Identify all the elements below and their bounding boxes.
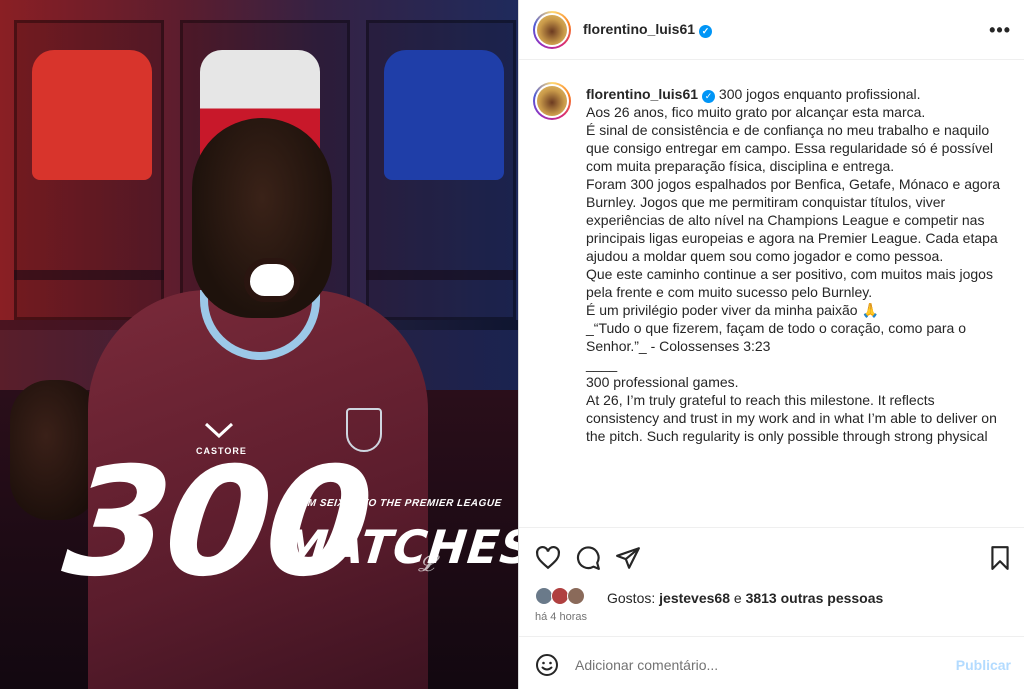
likes-prefix: Gostos: (607, 590, 656, 606)
benfica-shirt (32, 50, 152, 180)
caption-first-line: florentino_luis61 ✓ 300 jogos enquanto pr… (586, 85, 1006, 103)
caption-line: Aos 26 anos, fico muito grato por alcanç… (586, 104, 926, 120)
comment-icon[interactable] (575, 545, 601, 571)
liker-username[interactable]: jesteves68 (659, 590, 730, 606)
signature-icon: 𝓛 (418, 552, 434, 577)
caption-username[interactable]: florentino_luis61 (586, 86, 698, 102)
post-image[interactable]: CASTORE 300 FROM SEIXAL TO THE PREMIER L… (0, 0, 518, 689)
caption: florentino_luis61 ✓ 300 jogos enquanto pr… (586, 85, 1006, 445)
shelf (366, 270, 516, 280)
more-horizontal-icon[interactable]: ••• (989, 20, 1011, 41)
verified-badge-icon: ✓ (702, 90, 716, 103)
likes-joiner: e (733, 590, 742, 606)
caption-line: 300 professional games. (586, 374, 739, 390)
heart-icon[interactable] (535, 545, 561, 571)
post-time[interactable]: há 4 horas (535, 611, 587, 623)
emoji-icon[interactable] (535, 653, 559, 677)
caption-avatar[interactable] (533, 82, 571, 120)
post-side-panel: florentino_luis61 ✓ ••• florentino_luis61… (518, 0, 1024, 689)
liker-avatar (566, 587, 585, 606)
caption-scroll-area[interactable]: florentino_luis61 ✓ 300 jogos enquanto pr… (519, 60, 1024, 528)
image-matches-title: MATCHES (279, 520, 518, 574)
caption-line: Foram 300 jogos espalhados por Benfica, … (586, 176, 1004, 264)
likes-others[interactable]: 3813 outras pessoas (746, 590, 884, 606)
caption-line: Que este caminho continue a ser positivo… (586, 266, 997, 300)
image-subline: FROM SEIXAL TO THE PREMIER LEAGUE (284, 498, 503, 509)
comment-input[interactable] (575, 651, 935, 679)
caption-line: ____ (586, 356, 618, 372)
username-text[interactable]: florentino_luis61 (583, 21, 695, 37)
likes-row: Gostos: jesteves68 e 3813 outras pessoas (535, 587, 883, 609)
shelf (14, 270, 164, 280)
caption-line: É um privilégio poder viver da minha pai… (586, 302, 879, 318)
verified-badge-icon: ✓ (699, 25, 713, 38)
post-header: florentino_luis61 ✓ ••• (519, 0, 1024, 60)
likes-text: Gostos: jesteves68 e 3813 outras pessoas (607, 590, 883, 606)
caption-line: 300 jogos enquanto profissional. (718, 86, 921, 102)
getafe-shirt (384, 50, 504, 180)
post-actions (519, 538, 1024, 578)
bookmark-icon[interactable] (987, 545, 1013, 571)
player-smile (244, 258, 300, 302)
share-icon[interactable] (615, 545, 641, 571)
caption-line: At 26, I’m truly grateful to reach this … (586, 392, 1001, 444)
caption-line: _“Tudo o que fizerem, façam de todo o co… (586, 320, 970, 354)
caption-line: É sinal de consistência e de confiança n… (586, 122, 997, 174)
publish-button[interactable]: Publicar (956, 657, 1011, 673)
comment-bar: Publicar (519, 636, 1024, 689)
header-username[interactable]: florentino_luis61 ✓ (583, 21, 713, 38)
avatar[interactable] (533, 11, 571, 49)
